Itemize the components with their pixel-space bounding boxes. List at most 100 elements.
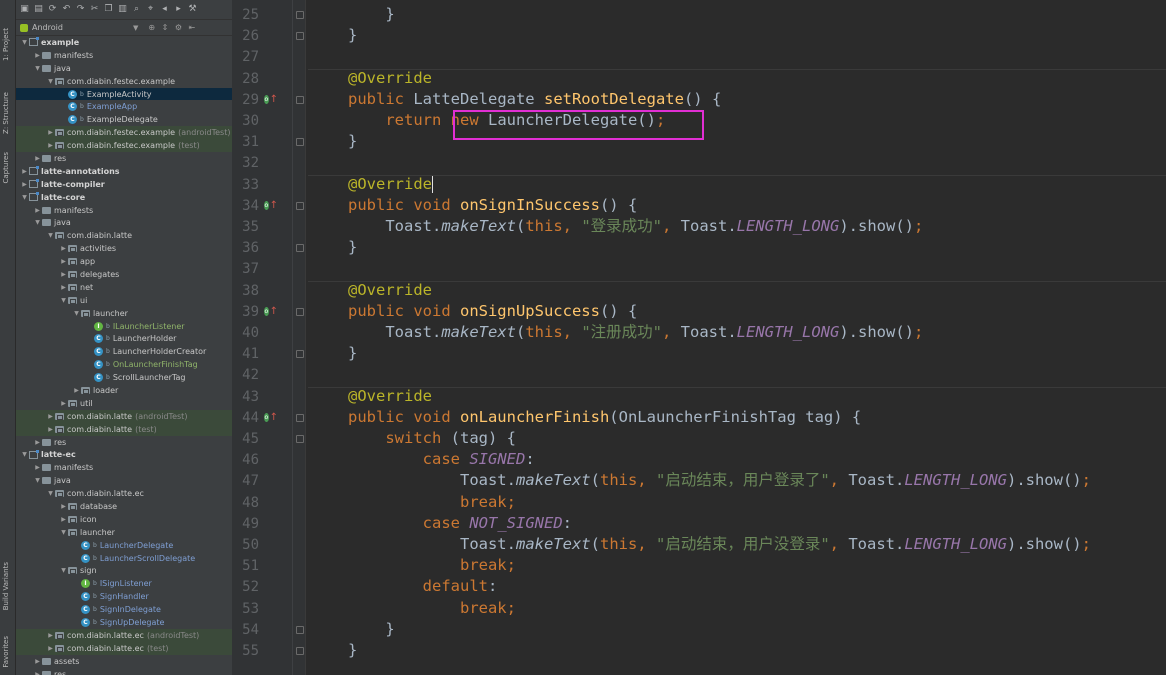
sync-icon[interactable]: ⟳ xyxy=(47,4,58,15)
fold-marker-icon[interactable] xyxy=(296,201,304,210)
collapse-arrow-icon[interactable]: ▶ xyxy=(59,400,68,407)
fold-marker-icon[interactable] xyxy=(296,32,304,41)
tree-item[interactable]: Cb LauncherHolderCreator xyxy=(16,345,232,358)
tree-item[interactable]: ▼ sign xyxy=(16,565,232,578)
collapse-arrow-icon[interactable]: ▶ xyxy=(33,439,42,446)
collapse-arrow-icon[interactable]: ▶ xyxy=(72,387,81,394)
tree-item[interactable]: ▶ latte-annotations xyxy=(16,165,232,178)
tree-item[interactable]: ▼ launcher xyxy=(16,526,232,539)
tree-item[interactable]: Ib ISignListener xyxy=(16,577,232,590)
tree-item[interactable]: ▼ com.diabin.latte.ec xyxy=(16,487,232,500)
tree-item[interactable]: ▼ ui xyxy=(16,294,232,307)
tree-item[interactable]: ▼ latte-core xyxy=(16,191,232,204)
expand-arrow-icon[interactable]: ▼ xyxy=(20,194,29,201)
tree-item[interactable]: ▼ java xyxy=(16,216,232,229)
back-icon[interactable]: ◂ xyxy=(159,4,170,15)
tree-item[interactable]: Cb OnLauncherFinishTag xyxy=(16,358,232,371)
forward-icon[interactable]: ▸ xyxy=(173,4,184,15)
tree-item[interactable]: Cb LauncherHolder xyxy=(16,332,232,345)
cut-icon[interactable]: ✂ xyxy=(89,4,100,15)
collapse-arrow-icon[interactable]: ▶ xyxy=(33,52,42,59)
save-icon[interactable]: ▤ xyxy=(33,4,44,15)
tree-item[interactable]: ▶ com.diabin.festec.example (androidTest) xyxy=(16,126,232,140)
tree-item[interactable]: ▶ app xyxy=(16,255,232,268)
collapse-arrow-icon[interactable]: ▶ xyxy=(59,271,68,278)
collapse-arrow-icon[interactable]: ▶ xyxy=(46,645,55,652)
override-marker-icon[interactable]: o ↑ xyxy=(264,411,278,425)
tree-item[interactable]: ▶ com.diabin.latte.ec (test) xyxy=(16,641,232,655)
find-icon[interactable]: ⌕ xyxy=(131,4,142,15)
collapse-arrow-icon[interactable]: ▶ xyxy=(46,426,55,433)
expand-arrow-icon[interactable]: ▼ xyxy=(46,232,55,239)
expand-arrow-icon[interactable]: ▼ xyxy=(20,451,29,458)
tree-item[interactable]: Cb ExampleDelegate xyxy=(16,113,232,126)
tree-item[interactable]: Cb SignUpDelegate xyxy=(16,616,232,629)
tree-item[interactable]: Cb SignInDelegate xyxy=(16,603,232,616)
fold-marker-icon[interactable] xyxy=(296,95,304,104)
tree-item[interactable]: ▶ com.diabin.festec.example (test) xyxy=(16,139,232,153)
favorites-tool-tab[interactable]: Favorites xyxy=(2,636,14,668)
expand-arrow-icon[interactable]: ▼ xyxy=(33,65,42,72)
collapse-arrow-icon[interactable]: ▶ xyxy=(59,284,68,291)
tree-item[interactable]: ▶ database xyxy=(16,500,232,513)
collapse-arrow-icon[interactable]: ▶ xyxy=(59,516,68,523)
collapse-arrow-icon[interactable]: ▶ xyxy=(46,142,55,149)
tree-item[interactable]: ▼ launcher xyxy=(16,307,232,320)
panel-settings-icon[interactable]: ⊕ ⇕ ⚙ ⇤ xyxy=(148,23,197,32)
collapse-arrow-icon[interactable]: ▶ xyxy=(46,129,55,136)
chevron-down-icon[interactable]: ▼ xyxy=(133,24,138,32)
build-icon[interactable]: ⚒ xyxy=(187,4,198,15)
expand-arrow-icon[interactable]: ▼ xyxy=(46,490,55,497)
redo-icon[interactable]: ↷ xyxy=(75,4,86,15)
collapse-arrow-icon[interactable]: ▶ xyxy=(59,503,68,510)
tree-item[interactable]: ▶ delegates xyxy=(16,268,232,281)
collapse-arrow-icon[interactable]: ▶ xyxy=(59,258,68,265)
fold-marker-icon[interactable] xyxy=(296,413,304,422)
collapse-arrow-icon[interactable]: ▶ xyxy=(33,155,42,162)
tree-item[interactable]: Cb ScrollLauncherTag xyxy=(16,371,232,384)
tree-item[interactable]: ▶ latte-compiler xyxy=(16,178,232,191)
collapse-arrow-icon[interactable]: ▶ xyxy=(33,671,42,675)
collapse-arrow-icon[interactable]: ▶ xyxy=(59,245,68,252)
collapse-arrow-icon[interactable]: ▶ xyxy=(46,632,55,639)
tree-item[interactable]: ▶ icon xyxy=(16,513,232,526)
undo-icon[interactable]: ↶ xyxy=(61,4,72,15)
expand-arrow-icon[interactable]: ▼ xyxy=(72,310,81,317)
tree-item[interactable]: ▼ java xyxy=(16,474,232,487)
fold-marker-icon[interactable] xyxy=(296,244,304,253)
tree-item[interactable]: Cb ExampleApp xyxy=(16,100,232,113)
fold-marker-icon[interactable] xyxy=(296,647,304,655)
expand-arrow-icon[interactable]: ▼ xyxy=(46,78,55,85)
expand-arrow-icon[interactable]: ▼ xyxy=(59,297,68,304)
tree-item[interactable]: Cb ExampleActivity xyxy=(16,87,232,101)
open-folder-icon[interactable]: ▣ xyxy=(19,4,30,15)
expand-arrow-icon[interactable]: ▼ xyxy=(20,39,29,46)
tree-item[interactable]: ▶ manifests xyxy=(16,461,232,474)
tree-item[interactable]: ▼ latte-ec xyxy=(16,449,232,462)
tree-item[interactable]: ▶ net xyxy=(16,281,232,294)
tree-item[interactable]: ▶ res xyxy=(16,668,232,675)
tree-item[interactable]: Cb LauncherDelegate xyxy=(16,539,232,552)
tree-item[interactable]: Ib ILauncherListener xyxy=(16,320,232,333)
override-marker-icon[interactable]: o ↑ xyxy=(264,93,278,107)
tree-item[interactable]: ▶ res xyxy=(16,436,232,449)
captures-tool-tab[interactable]: Captures xyxy=(2,152,14,183)
fold-marker-icon[interactable] xyxy=(296,625,304,634)
replace-icon[interactable]: ⌖ xyxy=(145,4,156,15)
project-tool-tab[interactable]: 1: Project xyxy=(2,28,14,61)
paste-icon[interactable]: ▥ xyxy=(117,4,128,15)
copy-icon[interactable]: ❐ xyxy=(103,4,114,15)
tree-item[interactable]: ▶ activities xyxy=(16,242,232,255)
tree-item[interactable]: Cb LauncherScrollDelegate xyxy=(16,552,232,565)
tree-item[interactable]: ▶ manifests xyxy=(16,204,232,217)
expand-arrow-icon[interactable]: ▼ xyxy=(33,477,42,484)
expand-arrow-icon[interactable]: ▼ xyxy=(33,219,42,226)
tree-item[interactable]: ▶ res xyxy=(16,152,232,165)
collapse-arrow-icon[interactable]: ▶ xyxy=(20,181,29,188)
tree-item[interactable]: ▼ example xyxy=(16,36,232,49)
tree-item[interactable]: ▼ java xyxy=(16,62,232,75)
fold-marker-icon[interactable] xyxy=(296,307,304,316)
structure-tool-tab[interactable]: Z: Structure xyxy=(2,92,14,134)
fold-marker-icon[interactable] xyxy=(296,350,304,359)
project-view-selector[interactable]: Android ▼ ⊕ ⇕ ⚙ ⇤ xyxy=(16,20,232,36)
